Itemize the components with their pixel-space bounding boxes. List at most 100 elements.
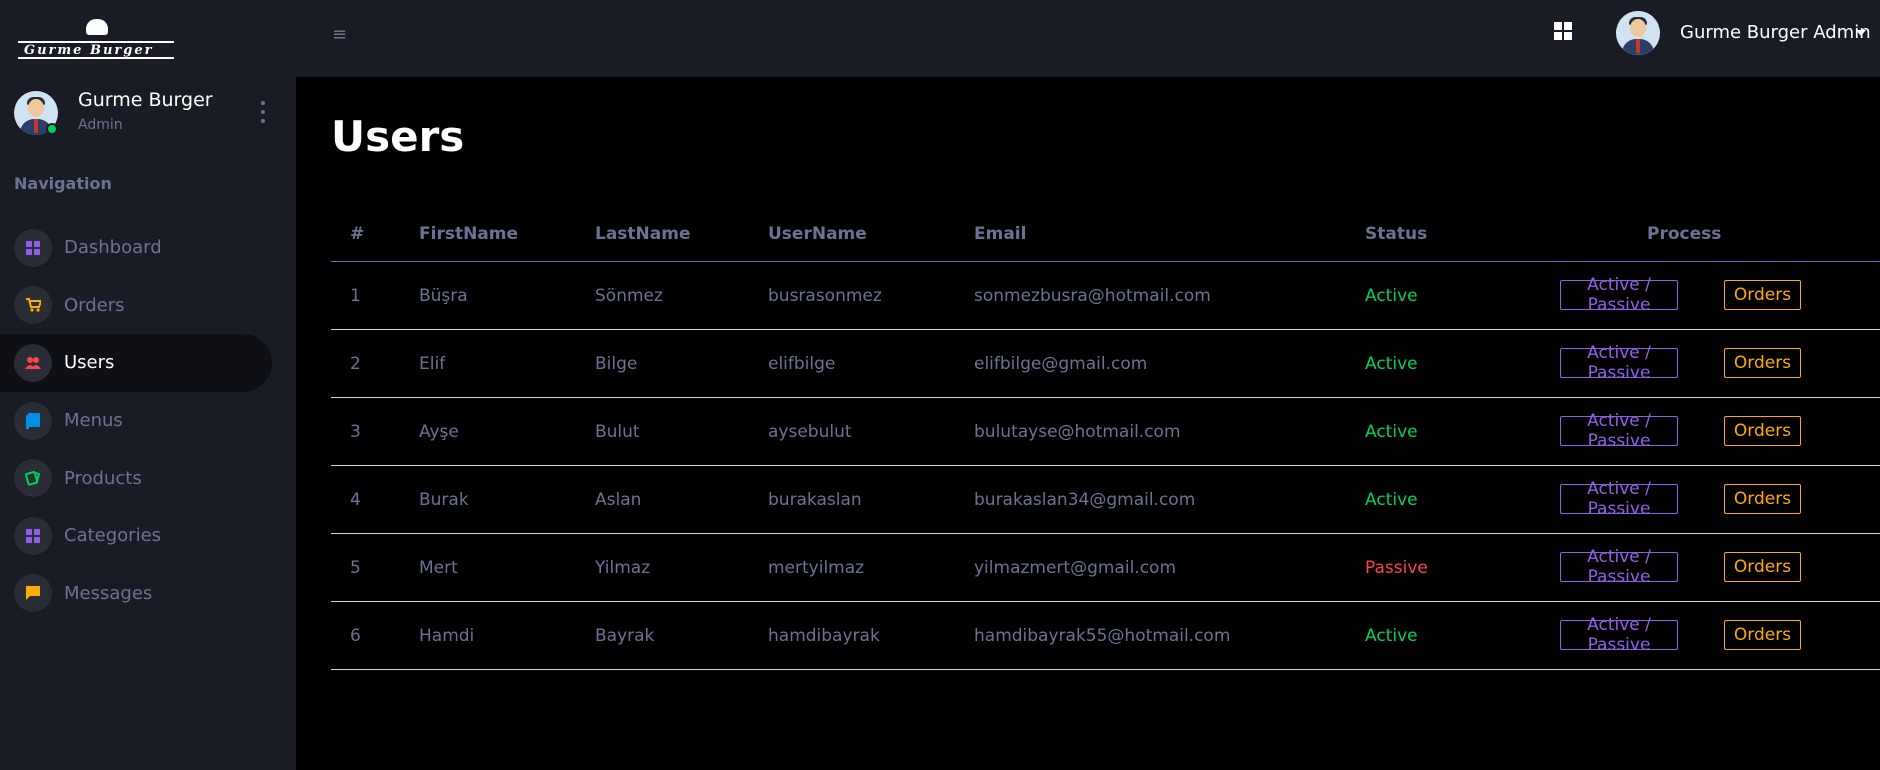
active-passive-button[interactable]: Active / Passive xyxy=(1560,343,1678,383)
orders-button[interactable]: Orders xyxy=(1724,552,1801,582)
cell-firstname: Hamdi xyxy=(419,626,475,646)
user-menu-name[interactable]: Gurme Burger Admin xyxy=(1680,22,1871,43)
profile-name: Gurme Burger xyxy=(78,89,213,111)
sidebar-item-label: Dashboard xyxy=(64,237,162,259)
cell-lastname: Sönmez xyxy=(595,286,663,306)
column-header-process: Process xyxy=(1647,224,1722,244)
cell-email: bulutayse@hotmail.com xyxy=(974,422,1181,442)
avatar[interactable] xyxy=(1616,11,1660,55)
sidebar-item-label: Menus xyxy=(64,410,123,432)
online-status-dot xyxy=(46,123,58,135)
cell-username: aysebulut xyxy=(768,422,852,442)
orders-button[interactable]: Orders xyxy=(1724,484,1801,514)
cell-email: yilmazmert@gmail.com xyxy=(974,558,1177,578)
cell-firstname: Mert xyxy=(419,558,458,578)
hamburger-menu-icon[interactable]: ≡ xyxy=(332,24,347,45)
cell-id: 1 xyxy=(350,286,361,306)
status-badge: Active xyxy=(1365,490,1418,510)
topbar: ≡ Gurme Burger Admin xyxy=(296,0,1880,77)
cell-lastname: Bayrak xyxy=(595,626,655,646)
cell-id: 5 xyxy=(350,558,361,578)
status-badge: Active xyxy=(1365,422,1418,442)
apps-grid-icon[interactable] xyxy=(1554,22,1572,40)
book-icon xyxy=(14,401,52,440)
column-header-username: UserName xyxy=(768,224,867,244)
cell-email: elifbilge@gmail.com xyxy=(974,354,1148,374)
sidebar: Gurme Burger Gurme Burger Admin Navigati… xyxy=(0,0,296,770)
table-row: 6 Hamdi Bayrak hamdibayrak hamdibayrak55… xyxy=(331,602,1880,670)
column-header-lastname: LastName xyxy=(595,224,691,244)
column-header-status: Status xyxy=(1365,224,1428,244)
table-row: 3 Ayşe Bulut aysebulut bulutayse@hotmail… xyxy=(331,398,1880,466)
cell-firstname: Elif xyxy=(419,354,446,374)
column-header-email: Email xyxy=(974,224,1027,244)
sidebar-item-orders[interactable]: Orders xyxy=(0,277,272,335)
cell-lastname: Yilmaz xyxy=(595,558,651,578)
dashboard-icon xyxy=(14,228,52,267)
sidebar-item-label: Orders xyxy=(64,294,125,316)
cell-id: 4 xyxy=(350,490,361,510)
column-header-id: # xyxy=(350,224,365,244)
sidebar-item-menus[interactable]: Menus xyxy=(0,392,272,450)
brand-logo[interactable]: Gurme Burger xyxy=(18,18,174,59)
sidebar-item-categories[interactable]: Categories xyxy=(0,507,272,565)
cart-icon xyxy=(14,286,52,325)
table-row: 4 Burak Aslan burakaslan burakaslan34@gm… xyxy=(331,466,1880,534)
active-passive-button[interactable]: Active / Passive xyxy=(1560,411,1678,451)
status-badge: Active xyxy=(1365,626,1418,646)
cell-lastname: Bilge xyxy=(595,354,638,374)
cell-firstname: Ayşe xyxy=(419,422,459,442)
active-passive-button[interactable]: Active / Passive xyxy=(1560,615,1678,655)
cell-firstname: Büşra xyxy=(419,286,468,306)
column-header-firstname: FirstName xyxy=(419,224,519,244)
grid-icon xyxy=(14,516,52,555)
burger-icon xyxy=(86,18,108,35)
nav-heading: Navigation xyxy=(14,174,112,193)
cell-id: 6 xyxy=(350,626,361,646)
brand-area[interactable]: Gurme Burger xyxy=(0,0,296,77)
cell-email: hamdibayrak55@hotmail.com xyxy=(974,626,1231,646)
status-badge: Passive xyxy=(1365,558,1428,578)
cell-id: 2 xyxy=(350,354,361,374)
chevron-down-icon[interactable] xyxy=(1856,30,1866,36)
more-options-icon[interactable] xyxy=(258,101,268,123)
cell-username: elifbilge xyxy=(768,354,836,374)
sidebar-item-dashboard[interactable]: Dashboard xyxy=(0,219,272,277)
orders-button[interactable]: Orders xyxy=(1724,348,1801,378)
active-passive-button[interactable]: Active / Passive xyxy=(1560,275,1678,315)
brand-logo-text: Gurme Burger xyxy=(24,42,154,58)
active-passive-button[interactable]: Active / Passive xyxy=(1560,479,1678,519)
sidebar-item-label: Messages xyxy=(64,582,153,604)
users-table: # FirstName LastName UserName Email Stat… xyxy=(331,206,1880,670)
table-header: # FirstName LastName UserName Email Stat… xyxy=(331,206,1880,262)
status-badge: Active xyxy=(1365,354,1418,374)
sidebar-item-label: Categories xyxy=(64,525,162,547)
cell-username: mertyilmaz xyxy=(768,558,865,578)
table-row: 5 Mert Yilmaz mertyilmaz yilmazmert@gmai… xyxy=(331,534,1880,602)
cell-email: burakaslan34@gmail.com xyxy=(974,490,1196,510)
sidebar-item-label: Products xyxy=(64,467,142,489)
table-row: 2 Elif Bilge elifbilge elifbilge@gmail.c… xyxy=(331,330,1880,398)
active-passive-button[interactable]: Active / Passive xyxy=(1560,547,1678,587)
orders-button[interactable]: Orders xyxy=(1724,416,1801,446)
profile-role: Admin xyxy=(78,117,123,133)
cell-firstname: Burak xyxy=(419,490,469,510)
status-badge: Active xyxy=(1365,286,1418,306)
cell-username: hamdibayrak xyxy=(768,626,880,646)
cell-username: busrasonmez xyxy=(768,286,882,306)
product-icon xyxy=(14,459,52,498)
orders-button[interactable]: Orders xyxy=(1724,620,1801,650)
cell-email: sonmezbusra@hotmail.com xyxy=(974,286,1211,306)
cell-lastname: Aslan xyxy=(595,490,642,510)
cell-id: 3 xyxy=(350,422,361,442)
users-icon xyxy=(14,343,52,382)
sidebar-item-users[interactable]: Users xyxy=(0,334,272,392)
cell-username: burakaslan xyxy=(768,490,862,510)
sidebar-item-messages[interactable]: Messages xyxy=(0,565,272,623)
message-icon xyxy=(14,574,52,613)
cell-lastname: Bulut xyxy=(595,422,640,442)
sidebar-profile: Gurme Burger Admin xyxy=(14,89,284,137)
sidebar-item-label: Users xyxy=(64,352,115,374)
sidebar-item-products[interactable]: Products xyxy=(0,449,272,507)
orders-button[interactable]: Orders xyxy=(1724,280,1801,310)
